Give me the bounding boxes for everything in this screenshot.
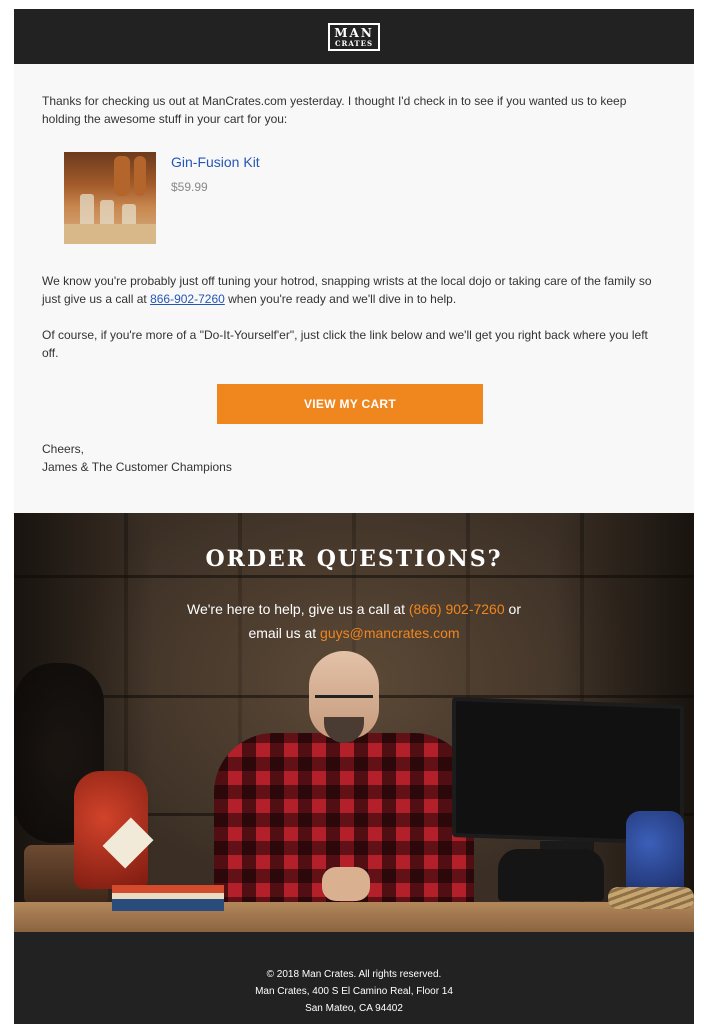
email-header: MAN CRATES [14,9,694,64]
product-price: $59.99 [171,180,208,194]
logo-text-man: MAN [334,25,374,40]
call-paragraph: We know you're probably just off tuning … [42,272,666,308]
hero-phone-link[interactable]: (866) 902-7260 [409,601,505,617]
logo-text-crates: CRATES [334,38,374,48]
enamel-kettle-shape [626,811,684,891]
intro-paragraph: Thanks for checking us out at ManCrates.… [42,94,627,126]
footer-copyright: © 2018 Man Crates. All rights reserved. [266,969,442,980]
books-stack-shape [112,885,224,911]
wood-board-shape [64,224,156,244]
clasped-hands-shape [322,867,370,901]
phone-link[interactable]: 866-902-7260 [150,292,225,306]
signoff: Cheers, James & The Customer Champions [42,440,666,476]
order-questions-banner: ORDER QUESTIONS? We're here to help, giv… [14,513,694,932]
diy-paragraph: Of course, if you're more of a "Do-It-Yo… [42,328,648,360]
rope-coil-shape [608,887,694,909]
contact-text-call: We're here to help, give us a call at [187,601,409,617]
footer-address-line-2: San Mateo, CA 94402 [305,1003,403,1014]
product-info: Gin-Fusion Kit $59.99 [171,152,260,244]
contact-text: We're here to help, give us a call at (8… [14,597,694,645]
glasses-shape [315,695,373,709]
contact-text-or: or [504,601,521,617]
copper-still-shape [114,156,130,196]
cta-wrapper: VIEW MY CART [42,384,666,424]
signoff-greeting: Cheers, [42,442,85,456]
product-image[interactable] [64,152,156,244]
bottle-shape [80,194,94,228]
contact-text-email: email us at [248,625,321,641]
copper-pot-shape [134,156,146,196]
email-container: MAN CRATES Thanks for checking us out at… [14,9,694,1024]
email-footer: © 2018 Man Crates. All rights reserved. … [14,932,694,1024]
contact-line-2: email us at guys@mancrates.com [14,621,694,645]
order-questions-title: ORDER QUESTIONS? [205,546,503,572]
cart-product: Gin-Fusion Kit $59.99 [64,152,666,244]
call-text-after: when you're ready and we'll dive in to h… [224,292,457,306]
rotary-phone-shape [498,849,604,901]
hero-email-link[interactable]: guys@mancrates.com [320,625,459,641]
footer-address-line-1: Man Crates, 400 S El Camino Real, Floor … [255,986,453,997]
mancrates-logo[interactable]: MAN CRATES [328,22,380,51]
email-body: Thanks for checking us out at ManCrates.… [14,64,694,513]
contact-line-1: We're here to help, give us a call at (8… [14,597,694,621]
signoff-signature: James & The Customer Champions [42,460,232,474]
view-my-cart-button[interactable]: VIEW MY CART [217,384,483,424]
product-name-link[interactable]: Gin-Fusion Kit [171,154,260,170]
customer-champion-photo [214,651,474,911]
